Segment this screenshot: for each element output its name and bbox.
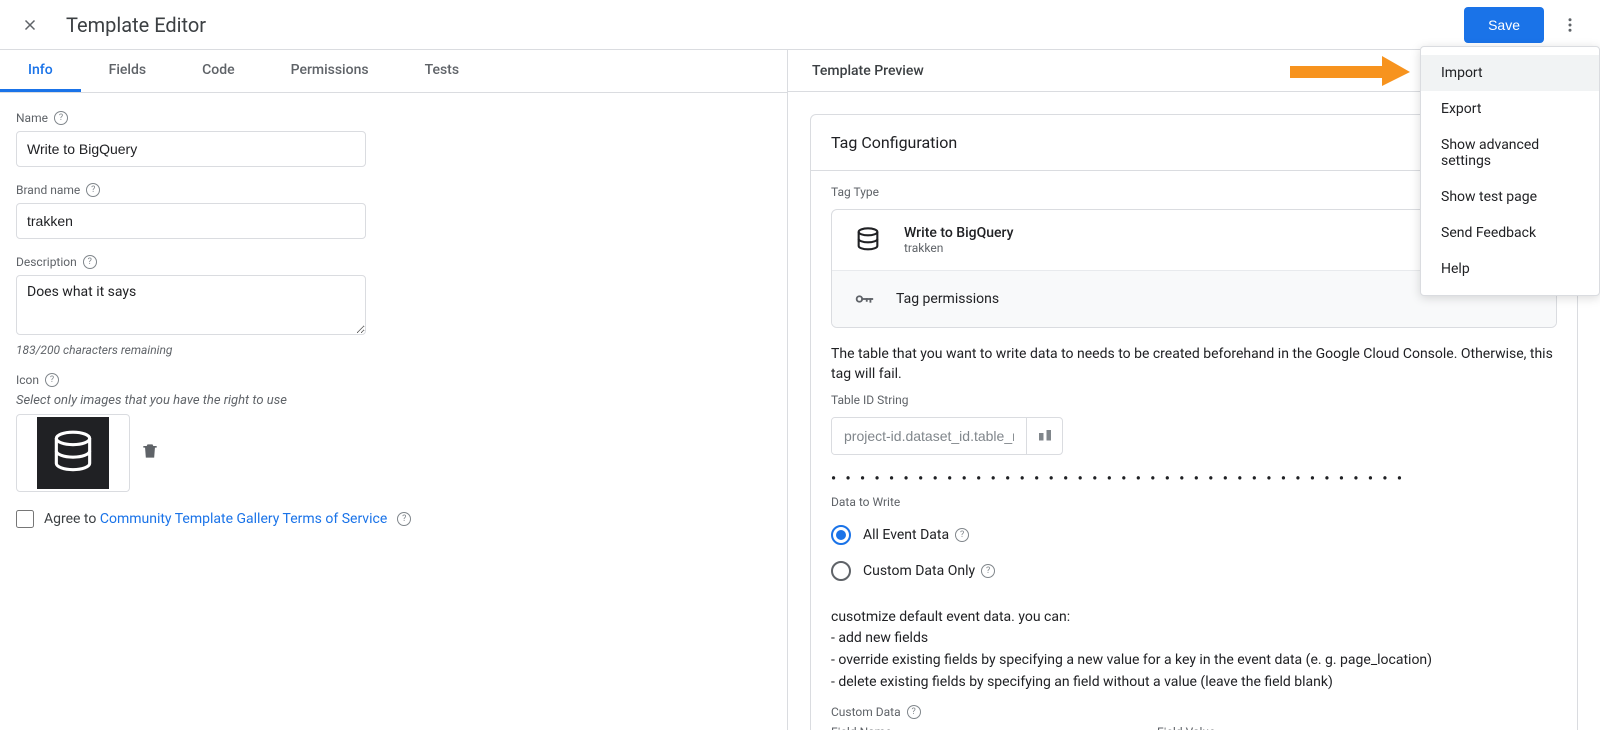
col-field-value: Field Value	[1157, 725, 1215, 730]
help-icon[interactable]: ?	[907, 705, 921, 719]
icon-note: Select only images that you have the rig…	[16, 393, 771, 408]
help-icon[interactable]: ?	[54, 111, 68, 125]
agree-checkbox[interactable]	[16, 510, 34, 528]
help-icon[interactable]: ?	[86, 183, 100, 197]
agree-link[interactable]: Community Template Gallery Terms of Serv…	[100, 511, 387, 527]
brand-input[interactable]	[16, 203, 366, 239]
divider: • • • • • • • • • • • • • • • • • • • • …	[831, 471, 1557, 487]
menu-item-import[interactable]: Import	[1421, 55, 1599, 91]
header-bar: Template Editor Save	[0, 0, 1600, 50]
char-remaining: 183/200 characters remaining	[16, 343, 771, 357]
brand-label: Brand name	[16, 183, 80, 197]
close-icon[interactable]	[12, 7, 48, 43]
info-form: Name ? Brand name ? Description ? Does w…	[0, 93, 787, 546]
overflow-menu: Import Export Show advanced settings Sho…	[1420, 46, 1600, 296]
name-input[interactable]	[16, 131, 366, 167]
help-icon[interactable]: ?	[981, 564, 995, 578]
radio-all-label: All Event Data	[863, 527, 949, 543]
more-menu-icon[interactable]	[1552, 7, 1588, 43]
table-id-input[interactable]	[832, 418, 1026, 454]
tag-name: Write to BigQuery	[904, 225, 1013, 241]
database-icon	[48, 428, 98, 478]
name-label: Name	[16, 111, 48, 125]
menu-item-export[interactable]: Export	[1421, 91, 1599, 127]
menu-item-test-page[interactable]: Show test page	[1421, 179, 1599, 215]
save-button[interactable]: Save	[1464, 7, 1544, 43]
key-icon	[850, 281, 878, 317]
page-title: Template Editor	[66, 13, 206, 37]
menu-item-help[interactable]: Help	[1421, 251, 1599, 287]
menu-item-advanced-settings[interactable]: Show advanced settings	[1421, 127, 1599, 179]
tab-info[interactable]: Info	[0, 50, 81, 92]
help-text: The table that you want to write data to…	[811, 328, 1577, 389]
icon-preview[interactable]	[16, 414, 130, 492]
delete-icon[interactable]	[140, 441, 160, 465]
tab-tests[interactable]: Tests	[397, 50, 487, 92]
custom-data-label: Custom Data	[831, 705, 901, 719]
description-input[interactable]: Does what it says	[16, 275, 366, 335]
tag-brand: trakken	[904, 241, 1013, 255]
help-icon[interactable]: ?	[45, 373, 59, 387]
description-label: Description	[16, 255, 77, 269]
tab-permissions[interactable]: Permissions	[263, 50, 397, 92]
left-pane: Info Fields Code Permissions Tests Name …	[0, 50, 788, 730]
help-icon[interactable]: ?	[83, 255, 97, 269]
tab-fields[interactable]: Fields	[81, 50, 174, 92]
radio-all-event-data[interactable]	[831, 525, 851, 545]
radio-custom-label: Custom Data Only	[863, 563, 975, 579]
tab-code[interactable]: Code	[174, 50, 262, 92]
radio-custom-data-only[interactable]	[831, 561, 851, 581]
help-icon[interactable]: ?	[955, 528, 969, 542]
data-to-write-label: Data to Write	[811, 491, 1577, 513]
table-id-label: Table ID String	[811, 389, 1577, 411]
menu-item-send-feedback[interactable]: Send Feedback	[1421, 215, 1599, 251]
tag-permissions-label: Tag permissions	[896, 291, 999, 307]
icon-label: Icon	[16, 373, 39, 387]
col-field-name: Field Name	[831, 725, 1157, 730]
variable-picker-icon[interactable]	[1026, 418, 1062, 454]
customize-text: cusotmize default event data. you can: -…	[811, 593, 1577, 698]
help-icon[interactable]: ?	[397, 512, 411, 526]
database-icon	[850, 222, 886, 258]
agree-prefix: Agree to	[44, 511, 100, 527]
tabs: Info Fields Code Permissions Tests	[0, 50, 787, 93]
